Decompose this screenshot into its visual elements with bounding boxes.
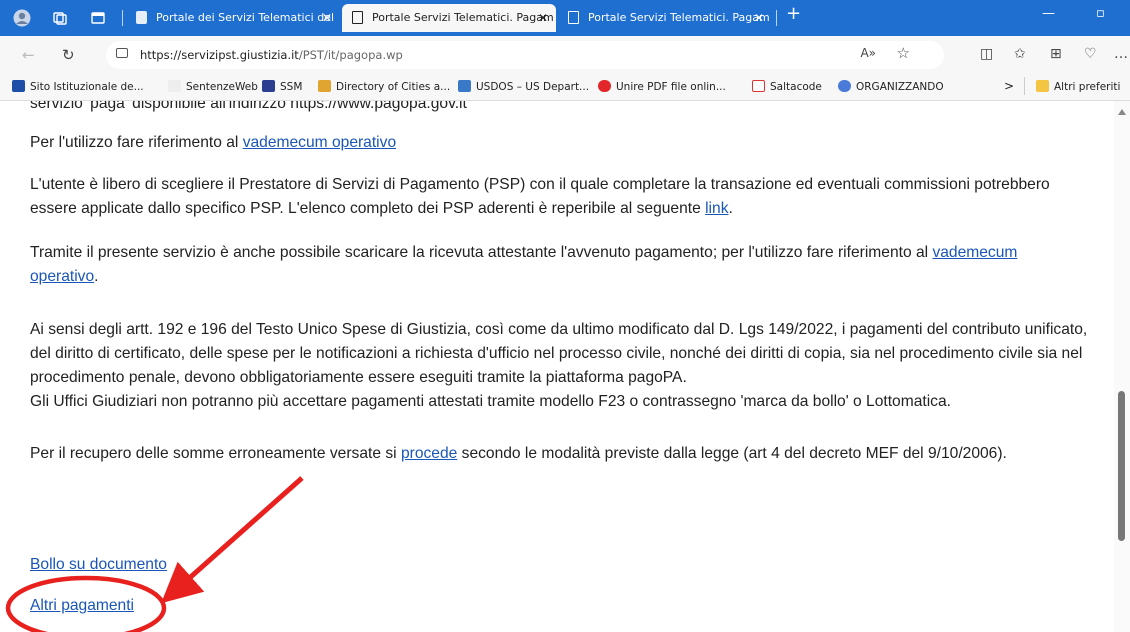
paragraph-text: L'utente è libero di scegliere il Presta… [30, 176, 1050, 217]
scrollbar-thumb[interactable] [1118, 391, 1125, 541]
paragraph-text: Tramite il presente servizio è anche pos… [30, 244, 933, 261]
site-favicon-icon [136, 11, 147, 24]
tab-1-close-icon[interactable]: ✕ [322, 4, 332, 32]
back-arrow-icon[interactable]: ← [22, 46, 35, 64]
tab-actions-icon[interactable] [88, 8, 108, 28]
paragraph-psp: L'utente è libero di scegliere il Presta… [30, 173, 1090, 221]
bookmark-favicon-icon [168, 80, 181, 92]
bookmark-label: ORGANIZZANDO [856, 81, 944, 93]
psp-list-link[interactable]: link [705, 200, 728, 217]
paragraph-receipt: Tramite il presente servizio è anche pos… [30, 241, 1090, 289]
tab-3-close-icon[interactable]: ✕ [754, 4, 764, 32]
favorites-bar: Sito Istituzionale de... SentenzeWeb SSM… [0, 74, 1130, 101]
address-toolbar: ← ↻ https://servizipst.giustizia.it/PST/… [0, 36, 1130, 74]
url-host: https://servizipst.giustizia.it [140, 48, 299, 62]
bookmarks-overflow-chevron-icon[interactable]: > [1004, 79, 1014, 93]
bookmark-label: USDOS – US Depart... [476, 81, 590, 93]
browser-tab-bar: Portale dei Servizi Telematici del ✕ Por… [0, 0, 1130, 36]
bookmark-item[interactable]: SentenzeWeb [168, 80, 258, 93]
paragraph-legal: Ai sensi degli artt. 192 e 196 del Testo… [30, 318, 1090, 390]
bookmark-item[interactable]: ORGANIZZANDO [838, 80, 944, 93]
bookmarks-separator [1024, 77, 1025, 95]
altri-pagamenti-link[interactable]: Altri pagamenti [30, 597, 134, 614]
bookmark-item[interactable]: Sito Istituzionale de... [12, 80, 144, 93]
paragraph-usage: Per l'utilizzo fare riferimento al vadem… [30, 131, 1090, 155]
tab-3[interactable]: Portale Servizi Telematici. Pagam ✕ [558, 4, 772, 32]
bookmark-label: Saltacode [770, 81, 822, 93]
altri-link-line: Altri pagamenti [30, 594, 1090, 618]
tab-1[interactable]: Portale dei Servizi Telematici del ✕ [126, 4, 340, 32]
read-aloud-icon[interactable]: A» [860, 46, 876, 60]
bookmark-favicon-icon [262, 80, 275, 92]
page-content: servizio 'paga' disponibile all'indirizz… [0, 101, 1114, 632]
profile-avatar-icon[interactable] [12, 8, 32, 28]
bookmark-item[interactable]: USDOS – US Depart... [458, 80, 589, 93]
paragraph-text: . [94, 268, 99, 285]
tab-1-title: Portale dei Servizi Telematici del [156, 11, 335, 24]
bookmark-favicon-icon [12, 80, 25, 92]
page-favicon-icon [352, 11, 363, 24]
bookmark-label: Directory of Cities a... [336, 81, 451, 93]
paragraph-refund: Per il recupero delle somme erroneamente… [30, 442, 1090, 466]
paragraph-text: secondo le modalità previste dalla legge… [457, 445, 1007, 462]
tab-2-title: Portale Servizi Telematici. Pagam [372, 11, 554, 24]
url-text: https://servizipst.giustizia.it/PST/it/p… [140, 48, 403, 62]
paragraph-text: Per il recupero delle somme erroneamente… [30, 445, 401, 462]
paragraph-text: Per l'utilizzo fare riferimento al [30, 134, 243, 151]
browser-essentials-icon[interactable]: ♡ [1084, 46, 1097, 62]
scroll-up-arrow-icon[interactable] [1118, 109, 1126, 115]
favorites-icon[interactable]: ✩ [1014, 46, 1026, 62]
bookmark-favicon-icon [318, 80, 331, 92]
new-tab-button[interactable]: + [786, 3, 801, 24]
procede-link[interactable]: procede [401, 445, 457, 462]
bookmark-label: SentenzeWeb [186, 81, 258, 93]
other-favorites-label: Altri preferiti [1054, 81, 1121, 93]
bookmark-item[interactable]: Directory of Cities a... [318, 80, 450, 93]
tab-separator [776, 10, 777, 26]
page-favicon-icon [568, 11, 579, 24]
split-screen-icon[interactable]: ◫ [980, 46, 993, 62]
minimize-icon[interactable]: — [1042, 6, 1055, 21]
bollo-su-documento-link[interactable]: Bollo su documento [30, 556, 167, 573]
paragraph-text: . [728, 200, 733, 217]
bookmark-item[interactable]: Unire PDF file onlin... [598, 80, 726, 93]
bookmark-favicon-icon [458, 80, 471, 92]
favorite-star-icon[interactable]: ☆ [897, 44, 910, 62]
bookmark-item[interactable]: SSM [262, 80, 302, 93]
bookmark-favicon-icon [752, 80, 765, 92]
refresh-icon[interactable]: ↻ [62, 46, 75, 64]
bollo-link-line: Bollo su documento [30, 553, 1090, 577]
restore-icon[interactable]: ▫ [1096, 6, 1105, 21]
bookmark-favicon-icon [598, 80, 611, 92]
tab-2-active[interactable]: Portale Servizi Telematici. Pagam ✕ [342, 4, 556, 32]
address-field[interactable]: https://servizipst.giustizia.it/PST/it/p… [106, 41, 944, 69]
settings-more-icon[interactable]: … [1114, 46, 1128, 62]
vademecum-link[interactable]: vademecum operativo [243, 134, 396, 151]
other-favorites-folder[interactable]: Altri preferiti [1036, 80, 1120, 93]
collections-icon[interactable]: ⊞ [1050, 46, 1062, 62]
bookmark-label: SSM [280, 81, 303, 93]
lock-icon [116, 48, 128, 58]
bookmark-favicon-icon [838, 80, 851, 92]
folder-icon [1036, 80, 1049, 92]
workspaces-icon[interactable] [50, 8, 70, 28]
paragraph-text: Ai sensi degli artt. 192 e 196 del Testo… [30, 321, 1088, 386]
tab-3-title: Portale Servizi Telematici. Pagam [588, 11, 770, 24]
bookmark-item[interactable]: Saltacode [752, 80, 822, 93]
tab-separator [122, 10, 123, 26]
bookmark-label: Unire PDF file onlin... [616, 81, 726, 93]
tab-2-close-icon[interactable]: ✕ [538, 4, 548, 32]
vertical-scrollbar[interactable] [1114, 101, 1130, 632]
paragraph-text: Gli Uffici Giudiziari non potranno più a… [30, 393, 951, 410]
paragraph-offices: Gli Uffici Giudiziari non potranno più a… [30, 390, 1090, 414]
bookmark-label: Sito Istituzionale de... [30, 81, 144, 93]
url-path: /PST/it/pagopa.wp [298, 48, 403, 62]
cut-off-text: servizio 'paga' disponibile all'indirizz… [30, 101, 467, 112]
